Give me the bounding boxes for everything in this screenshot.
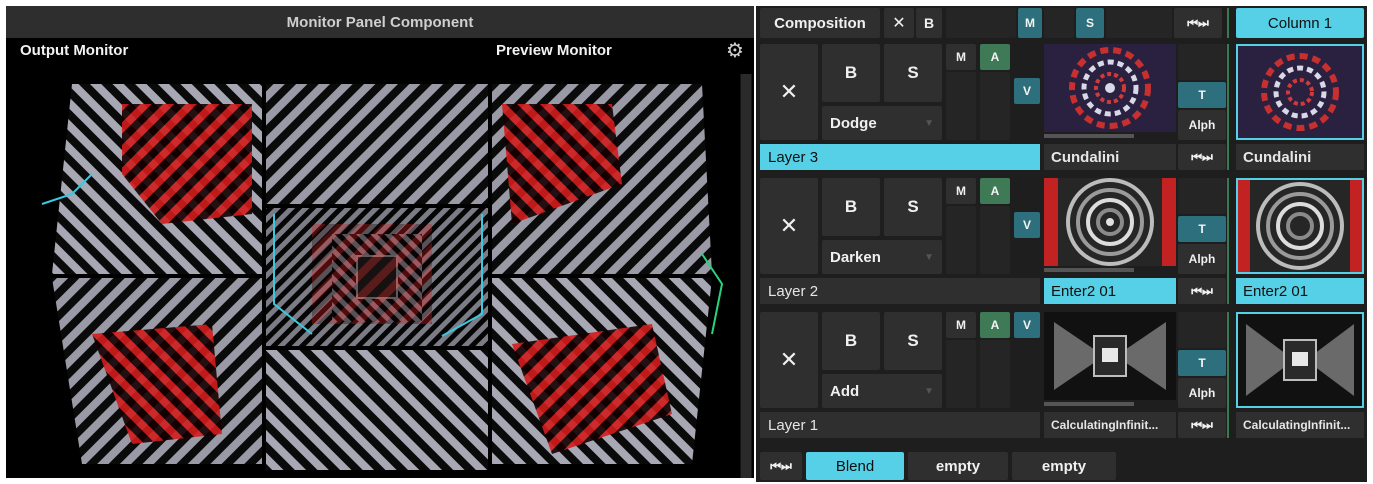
clip-thumbnail-image: [1044, 178, 1176, 266]
blend-mode-select[interactable]: Dodge ▼: [822, 106, 942, 140]
clip-progress: [1044, 134, 1134, 138]
clip-progress: [1044, 268, 1134, 272]
composition-slot-2: [1106, 8, 1172, 38]
dropdown-arrow-icon: ▼: [924, 385, 934, 397]
layer-alpha-button[interactable]: Alph: [1178, 110, 1226, 140]
monitor-scrollbar[interactable]: [740, 74, 752, 478]
layer-transport-button[interactable]: ⏮⏭: [1178, 144, 1226, 170]
monitor-visual: [12, 74, 738, 478]
layer-alpha-button[interactable]: Alph: [1178, 378, 1226, 408]
clip-thumbnail[interactable]: [1044, 178, 1176, 266]
dropdown-arrow-icon: ▼: [924, 117, 934, 129]
preview-monitor-label: Preview Monitor: [496, 42, 612, 59]
layer-row: ✕ B S Add ▼ M A V Layer 1 CalculatingInf…: [760, 312, 1364, 442]
blend-mode-value: Add: [830, 382, 860, 400]
dropdown-arrow-icon: ▼: [924, 251, 934, 263]
layer-transport-button[interactable]: ⏮⏭: [1178, 412, 1226, 438]
layer-video-button[interactable]: V: [1014, 212, 1040, 238]
column-clip-thumbnail[interactable]: [1236, 44, 1364, 140]
blend-mode-select[interactable]: Darken ▼: [822, 240, 942, 274]
composition-clear-button[interactable]: ✕: [884, 8, 914, 38]
layer-a-fader[interactable]: [980, 206, 1010, 274]
layer-a-fader[interactable]: [980, 340, 1010, 408]
composition-panel: Composition ✕ B M S ⏮⏭ Column 1 ✕ B S Do…: [756, 6, 1367, 482]
tab-blend[interactable]: Blend: [806, 452, 904, 480]
composition-mute-button[interactable]: M: [1018, 8, 1042, 38]
composition-bypass-button[interactable]: B: [916, 8, 942, 38]
layer-m-fader[interactable]: [946, 72, 976, 140]
layer-bypass-button[interactable]: B: [822, 44, 880, 102]
composition-solo-button[interactable]: S: [1076, 8, 1104, 38]
layer-name[interactable]: Layer 3: [760, 144, 1040, 170]
column-separator: [1227, 8, 1229, 38]
layer-name[interactable]: Layer 1: [760, 412, 1040, 438]
clip-name[interactable]: Cundalini: [1044, 144, 1176, 170]
layer-mute-button[interactable]: M: [946, 312, 976, 338]
layer-bypass-button[interactable]: B: [822, 178, 880, 236]
layer-row: ✕ B S Dodge ▼ M A V Layer 3 Cundalini T …: [760, 44, 1364, 174]
clip-thumbnail-image: [1044, 44, 1176, 132]
layer-transition-button[interactable]: T: [1178, 82, 1226, 108]
clip-name[interactable]: Enter2 01: [1044, 278, 1176, 304]
bottom-transport-button[interactable]: ⏮⏭: [760, 452, 802, 480]
blend-mode-value: Dodge: [830, 114, 877, 132]
clip-thumbnail[interactable]: [1044, 44, 1176, 132]
tab-empty-1[interactable]: empty: [908, 452, 1008, 480]
layer-a-fader[interactable]: [980, 72, 1010, 140]
column-separator: [1227, 44, 1229, 170]
layer-mute-button[interactable]: M: [946, 44, 976, 70]
blend-mode-value: Darken: [830, 248, 881, 266]
layer-transport-button[interactable]: ⏮⏭: [1178, 278, 1226, 304]
layer-row: ✕ B S Darken ▼ M A V Layer 2 Enter2 01 T…: [760, 178, 1364, 308]
layer-transition-button[interactable]: T: [1178, 216, 1226, 242]
layer-mute-button[interactable]: M: [946, 178, 976, 204]
layer-m-fader[interactable]: [946, 340, 976, 408]
layer-video-button[interactable]: V: [1014, 78, 1040, 104]
layer-solo-button[interactable]: S: [884, 312, 942, 370]
gear-icon[interactable]: ⚙: [724, 40, 746, 62]
column-separator: [1227, 312, 1229, 438]
composition-spacer: [946, 8, 1016, 38]
column-clip-image: [1238, 314, 1362, 406]
layer-clear-button[interactable]: ✕: [760, 44, 818, 140]
clip-progress: [1044, 402, 1134, 406]
layer-name[interactable]: Layer 2: [760, 278, 1040, 304]
clip-slot-spacer: [1178, 44, 1226, 80]
tab-empty-2[interactable]: empty: [1012, 452, 1116, 480]
layer-audio-button[interactable]: A: [980, 178, 1010, 204]
clip-name[interactable]: CalculatingInfinit...: [1044, 412, 1176, 438]
column-clip-name[interactable]: CalculatingInfinit...: [1236, 412, 1364, 438]
clip-slot-spacer: [1178, 312, 1226, 348]
monitor-panel-title: Monitor Panel Component: [6, 6, 754, 38]
layer-solo-button[interactable]: S: [884, 178, 942, 236]
layer-clear-button[interactable]: ✕: [760, 312, 818, 408]
column-clip-name[interactable]: Cundalini: [1236, 144, 1364, 170]
column-1-header[interactable]: Column 1: [1236, 8, 1364, 38]
column-clip-name[interactable]: Enter2 01: [1236, 278, 1364, 304]
clip-thumbnail-image: [1044, 312, 1176, 400]
column-separator: [1227, 178, 1229, 304]
composition-slot: [1044, 8, 1074, 38]
layer-alpha-button[interactable]: Alph: [1178, 244, 1226, 274]
layer-bypass-button[interactable]: B: [822, 312, 880, 370]
clip-slot-spacer: [1178, 178, 1226, 214]
clip-thumbnail[interactable]: [1044, 312, 1176, 400]
column-clip-image: [1238, 180, 1362, 272]
monitor-panel: Monitor Panel Component Output Monitor P…: [6, 6, 754, 478]
layer-clear-button[interactable]: ✕: [760, 178, 818, 274]
layer-video-button[interactable]: V: [1014, 312, 1040, 338]
output-monitor-label: Output Monitor: [20, 42, 129, 59]
layer-solo-button[interactable]: S: [884, 44, 942, 102]
blend-mode-select[interactable]: Add ▼: [822, 374, 942, 408]
layer-audio-button[interactable]: A: [980, 312, 1010, 338]
column-clip-image: [1238, 46, 1362, 138]
layer-audio-button[interactable]: A: [980, 44, 1010, 70]
layer-m-fader[interactable]: [946, 206, 976, 274]
composition-transport-button[interactable]: ⏮⏭: [1174, 8, 1222, 38]
output-monitor-view[interactable]: [12, 74, 738, 478]
layer-transition-button[interactable]: T: [1178, 350, 1226, 376]
composition-label[interactable]: Composition: [760, 8, 880, 38]
column-clip-thumbnail[interactable]: [1236, 178, 1364, 274]
column-clip-thumbnail[interactable]: [1236, 312, 1364, 408]
